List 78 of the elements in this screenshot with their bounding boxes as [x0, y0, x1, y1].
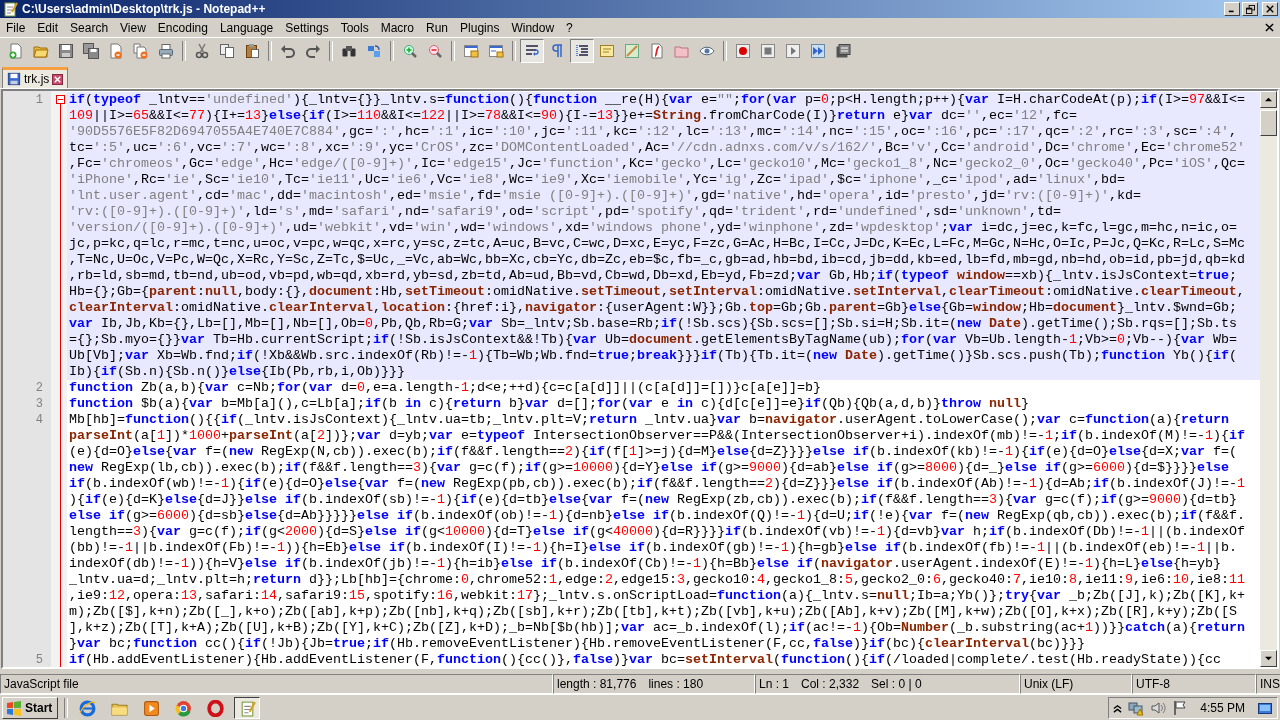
menu-item[interactable]: Language	[213, 19, 280, 36]
code-line: new RegExp(lb,cb)).exec(b);if(f&&f.length==3){var g=c(f);if(g>=10000){d=Y}else if(g>=9000){d=ab}else if(g>=8000){d=_}else if(g>=6000){d=$}}}}else	[68, 460, 1230, 476]
clock[interactable]: 4:55 PM	[1200, 701, 1245, 715]
notepad-icon	[2, 1, 18, 17]
menu-item[interactable]: Edit	[31, 19, 65, 36]
menu-item[interactable]: Encoding	[151, 19, 214, 36]
code-line: (bb)!=-1||b.indexOf(Fb)!=-1)){h=Eb}else if(b.indexOf(I)!=-1){h=I}else if(b.indexOf(gb)!=-1){h=gb}else if(b.indexOf(fb)!=-1||(b.indexOf(eb)!=-1||b.	[68, 540, 1238, 556]
code-line: ,ie9:12,opera:13,safari:14,safari9:15,spotify:16,webkit:17};_lntv.s.onScriptLoad=function(a){_lntv.s=null;Ib=a;Yb()};try{var _b;Zb([J],k);Zb([K],k+	[68, 588, 1246, 604]
menu-item[interactable]: ?	[560, 19, 579, 36]
code-line: indexOf(db)!=-1)){h=V}else if(b.indexOf(jb)!=-1){h=ib}else if(b.indexOf(Cb)!=-1){h=Bb}else if(navigator.userAgent.indexOf(E)!=-1){h=L}else{h=yb}	[68, 556, 1222, 572]
file-tab[interactable]: trk.js	[2, 67, 69, 88]
show-desktop-icon[interactable]	[1257, 700, 1273, 716]
save-icon	[7, 72, 21, 86]
code-line: Mb[hb]=function(){{if(_lntv.isJsContext){_lntv.ua=tb;_lntv.plt=V;return _lntv.ua}var b=navigator.userAgent.toLowerCase();var c=function(a){return	[68, 412, 1230, 428]
line-number: 5	[35, 653, 43, 667]
code-line: _lntv.ua=d;_lntv.plt=h;return d}};Lb[hb]={chrome:0,chrome52:1,edge:2,edge15:3,gecko10:4,gecko1_8:5,gecko2_0:6,gecko40:7,ie10:8,ie11:9,ie6:10,ie8:11	[68, 572, 1246, 588]
indent-guide-icon[interactable]	[570, 39, 594, 63]
fold-minus-icon[interactable]	[56, 95, 65, 104]
code-line: if(b.indexOf(wb)!=-1){if(e){d=O}else{var f=(new RegExp(pb,cb)).exec(b);if(f&&f.length==2){d=Z}}}else if(b.indexOf(Ab)!=-1){d=Ab;if(b.indexOf(J)!=-1	[68, 476, 1246, 492]
code-line: function $b(a){var b=Mb[a](),c=Lb[a];if(b in c){return b}var d=[];for(var e in c){d[c[e]]=e}if(Qb){Qb(a,d,b)}throw null}	[68, 396, 1030, 412]
line-number: 4	[35, 413, 43, 427]
network-warning-icon[interactable]	[1128, 700, 1145, 716]
chevron-icon[interactable]	[1113, 703, 1123, 713]
menu-item[interactable]: Settings	[279, 19, 335, 36]
code-line: m);Zb([$],k+n);Zb([_],k+o);Zb([ab],k+p);Zb([nb],k+q);Zb([sb],k+r);Zb([tb],k+t);Zb([vb],k+u);Zb([Ab],k+v);Zb([M],k+w);Zb([O],k+x);Zb([R],k+y);Zb([S	[68, 604, 1238, 620]
ring-icon	[206, 699, 224, 717]
menu-item[interactable]: Plugins	[454, 19, 506, 36]
scroll-down-button[interactable]	[1260, 650, 1277, 667]
code-line: ],k+z);Zb([T],k+A);Zb([U],k+B);Zb([Y],k+C);Zb([Z],k+D);_b=Nb[$b(hb)];var ac=_b.indexOf(l);if(ac!=-1){Ob=Number(_b.substring(ac+1))}}catch(a){return	[68, 620, 1246, 636]
line-number: 1	[35, 93, 43, 107]
scroll-thumb[interactable]	[1260, 110, 1277, 136]
menu-item[interactable]: View	[114, 19, 152, 36]
lines-label: lines : 180	[648, 677, 704, 691]
minimize-button[interactable]	[1224, 2, 1240, 16]
window-title: C:\Users\admin\Desktop\trk.js - Notepad++	[22, 2, 266, 16]
tab-label: trk.js	[24, 72, 50, 86]
browser-icon	[174, 699, 192, 717]
code-line: function Zb(a,b){var c=Nb;for(var d=0,e=a.length-1;d<e;++d){c=c[a[d]]||(c[a[d]]=[])}c[a[e]]=b}	[68, 380, 822, 396]
code-line: else if(g>=6000){d=sb}else{d=Ab}}}}}else if(b.indexOf(ob)!=-1){d=nb}else if(b.indexOf(Q)!=-1){d=U;if(!e){var f=(new RegExp(qb,cb)).exec(b);if(f&&f.	[68, 508, 1246, 524]
menu-item[interactable]: Tools	[334, 19, 375, 36]
taskbar-button[interactable]	[234, 697, 261, 719]
column-label: Col : 2,332	[801, 677, 860, 691]
line-ending-label: Unix (LF)	[1024, 677, 1074, 691]
close-icon[interactable]	[52, 73, 64, 85]
menu-item[interactable]: Search	[64, 19, 115, 36]
line-position-label: Ln : 1	[759, 677, 790, 691]
caret-down-icon	[1265, 655, 1272, 662]
menu-item[interactable]: Macro	[374, 19, 420, 36]
caret-up-icon	[1265, 96, 1272, 103]
restore-icon	[1245, 4, 1255, 14]
file-type-label: JavaScript file	[4, 677, 79, 691]
scroll-up-button[interactable]	[1260, 91, 1277, 108]
code-line: if(Hb.addEventListener){Hb.addEventListener(F,function(){cc()},false)}var bc=setInterval(function(){if(/loaded|complete/.test(Hb.readyState)){cc	[68, 652, 1222, 667]
browser-icon	[78, 699, 96, 717]
windows-logo-icon	[6, 700, 22, 716]
code-line: length==3){var g=c(f);if(g<2000){d=S}else if(g<10000){d=T}else if(g<40000){d=R}}}}if(b.indexOf(vb)!=-1){d=vb}var h;if(b.indexOf(Db)!=-1||(b.indexOf	[68, 524, 1246, 540]
code-line: (e){d=O}else{var f=(new RegExp(N,cb)).exec(b);if(f&&f.length==2){if(f[1]>=j){d=M}else{d=Z}}}}else if(b.indexOf(kb)!=-1){if(e){d=O}else{d=X;var f=(	[68, 444, 1238, 460]
maximize-button[interactable]	[1242, 2, 1258, 16]
speaker-icon[interactable]	[1150, 700, 1167, 716]
menu-item[interactable]: Run	[420, 19, 455, 36]
menu-item[interactable]: File	[0, 19, 32, 36]
insert-mode-label: INS	[1260, 677, 1280, 691]
code-line: }var bc;function cc(){if(!Jb){Jb=true;if(Hb.removeEventListener){Hb.removeEventListener(F,cc,false)}if(bc){clearInterval(bc)}}}	[68, 636, 1086, 652]
length-label: length : 81,776	[557, 677, 637, 691]
selection-label: Sel : 0 | 0	[871, 677, 922, 691]
encoding-label: UTF-8	[1136, 677, 1170, 691]
code-line: parseInt(a[1])*1000+parseInt(a[2])};var d=yb;var e=typeof IntersectionObserver==P&&(IntersectionObserver+i).indexOf(mb)!=-1;if(b.indexOf(M)!=-1){if	[68, 428, 1246, 444]
line-number: 2	[35, 381, 43, 395]
close-icon	[1266, 5, 1274, 13]
start-button[interactable]: Start	[2, 697, 59, 719]
line-number: 3	[35, 397, 43, 411]
flag-icon[interactable]	[1172, 700, 1189, 716]
media-player-icon	[142, 699, 160, 717]
close-icon[interactable]	[1265, 23, 1274, 32]
word-wrap-icon[interactable]	[520, 39, 544, 63]
menu-item[interactable]: Window	[505, 19, 561, 36]
code-line: ){if(e){d=K}else{d=J}}else if(b.indexOf(sb)!=-1){if(e){d=tb}else{var f=(new RegExp(zb,cb)).exec(b);if(f&&f.length==3){var g=c(f);if(g>=9000){d=tb}	[68, 492, 1238, 508]
close-button[interactable]	[1262, 2, 1278, 16]
